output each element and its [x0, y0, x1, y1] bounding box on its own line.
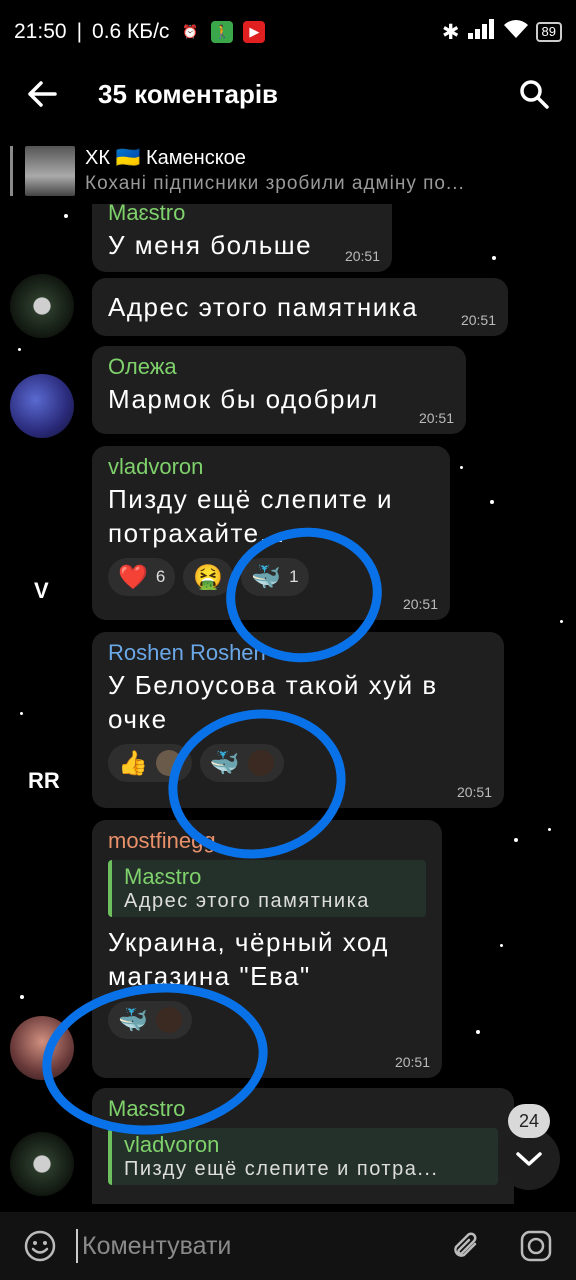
user-avatar-letter[interactable]: RR: [28, 768, 60, 794]
pinned-thumbnail: [25, 146, 75, 196]
message-author: vladvoron: [108, 454, 204, 479]
emoji-icon[interactable]: [20, 1226, 60, 1266]
user-avatar[interactable]: [10, 1132, 74, 1196]
quote-author: Maɛstro: [124, 864, 202, 889]
paperclip-icon[interactable]: [446, 1226, 486, 1266]
alarm-icon: ⏰: [182, 24, 199, 39]
user-avatar[interactable]: [10, 274, 74, 338]
quote-text: Пизду ещё слепите и потра...: [124, 1158, 439, 1180]
comments-list[interactable]: Maɛstro У меня больше 20:51 Адрес этого …: [0, 204, 576, 1204]
quote-text: Адрес этого памятника: [124, 890, 370, 912]
message-time: 20:51: [456, 784, 492, 800]
message-time: 20:51: [344, 248, 380, 264]
bluetooth-icon: ✱: [441, 20, 460, 44]
reply-quote[interactable]: vladvoron Пизду ещё слепите и потра...: [108, 1128, 498, 1185]
message-bubble[interactable]: Олежа Мармок бы одобрил 20:51: [92, 346, 466, 434]
signal-icon: [467, 19, 496, 45]
youtube-icon: ▶: [243, 21, 266, 43]
message-text: Адрес этого памятника: [108, 292, 419, 322]
message-author: Maɛstro: [108, 204, 186, 225]
message-time: 20:51: [402, 596, 438, 612]
reply-quote[interactable]: Maɛstro Адрес этого памятника: [108, 860, 426, 917]
pinned-message: Кохані підписники зробили адміну по...: [85, 173, 465, 194]
user-avatar-letter[interactable]: V: [34, 578, 49, 604]
message-text: Мармок бы одобрил: [108, 384, 379, 414]
wifi-icon: [503, 19, 528, 45]
back-arrow-icon[interactable]: [20, 72, 64, 116]
quote-author: vladvoron: [124, 1132, 220, 1157]
comment-input-bar: [0, 1212, 576, 1280]
reaction-count: 6: [155, 567, 166, 586]
status-speed: 0.6 КБ/с: [92, 20, 170, 43]
message-text: У меня больше: [108, 230, 313, 260]
camera-icon[interactable]: [516, 1226, 556, 1266]
heart-emoji: ❤️: [118, 563, 148, 591]
status-time: 21:50: [14, 20, 67, 43]
message-time: 20:51: [418, 410, 454, 426]
reaction-heart[interactable]: ❤️ 6: [108, 558, 176, 596]
status-bar: 21:50 | 0.6 КБ/с ⏰ 🚶 ▶ ✱ 89: [0, 0, 576, 64]
unread-count-badge: 24: [508, 1104, 550, 1138]
app-header: 35 коментарів: [0, 64, 576, 124]
page-title: 35 коментарів: [98, 78, 279, 109]
status-separator: |: [76, 20, 83, 43]
pinned-title: ХК 🇺🇦 Каменское: [85, 147, 246, 169]
battery-icon: 89: [535, 22, 562, 42]
message-bubble[interactable]: Maɛstro У меня больше 20:51: [92, 204, 392, 272]
pinned-indicator: [10, 146, 13, 196]
message-author: Олежа: [108, 354, 177, 379]
user-avatar[interactable]: [10, 374, 74, 438]
pinned-post[interactable]: ХК 🇺🇦 Каменское Кохані підписники зробил…: [10, 140, 566, 202]
search-icon[interactable]: [512, 72, 556, 116]
vomit-emoji: 🤮: [193, 563, 224, 591]
walking-icon: 🚶: [211, 21, 234, 43]
chevron-down-icon: [516, 1152, 542, 1166]
message-time: 20:51: [394, 1054, 430, 1070]
comment-input[interactable]: [76, 1229, 416, 1263]
thumbs-up-emoji: 👍: [118, 749, 148, 777]
message-time: 20:51: [460, 312, 496, 328]
message-bubble[interactable]: Адрес этого памятника 20:51: [92, 278, 508, 336]
